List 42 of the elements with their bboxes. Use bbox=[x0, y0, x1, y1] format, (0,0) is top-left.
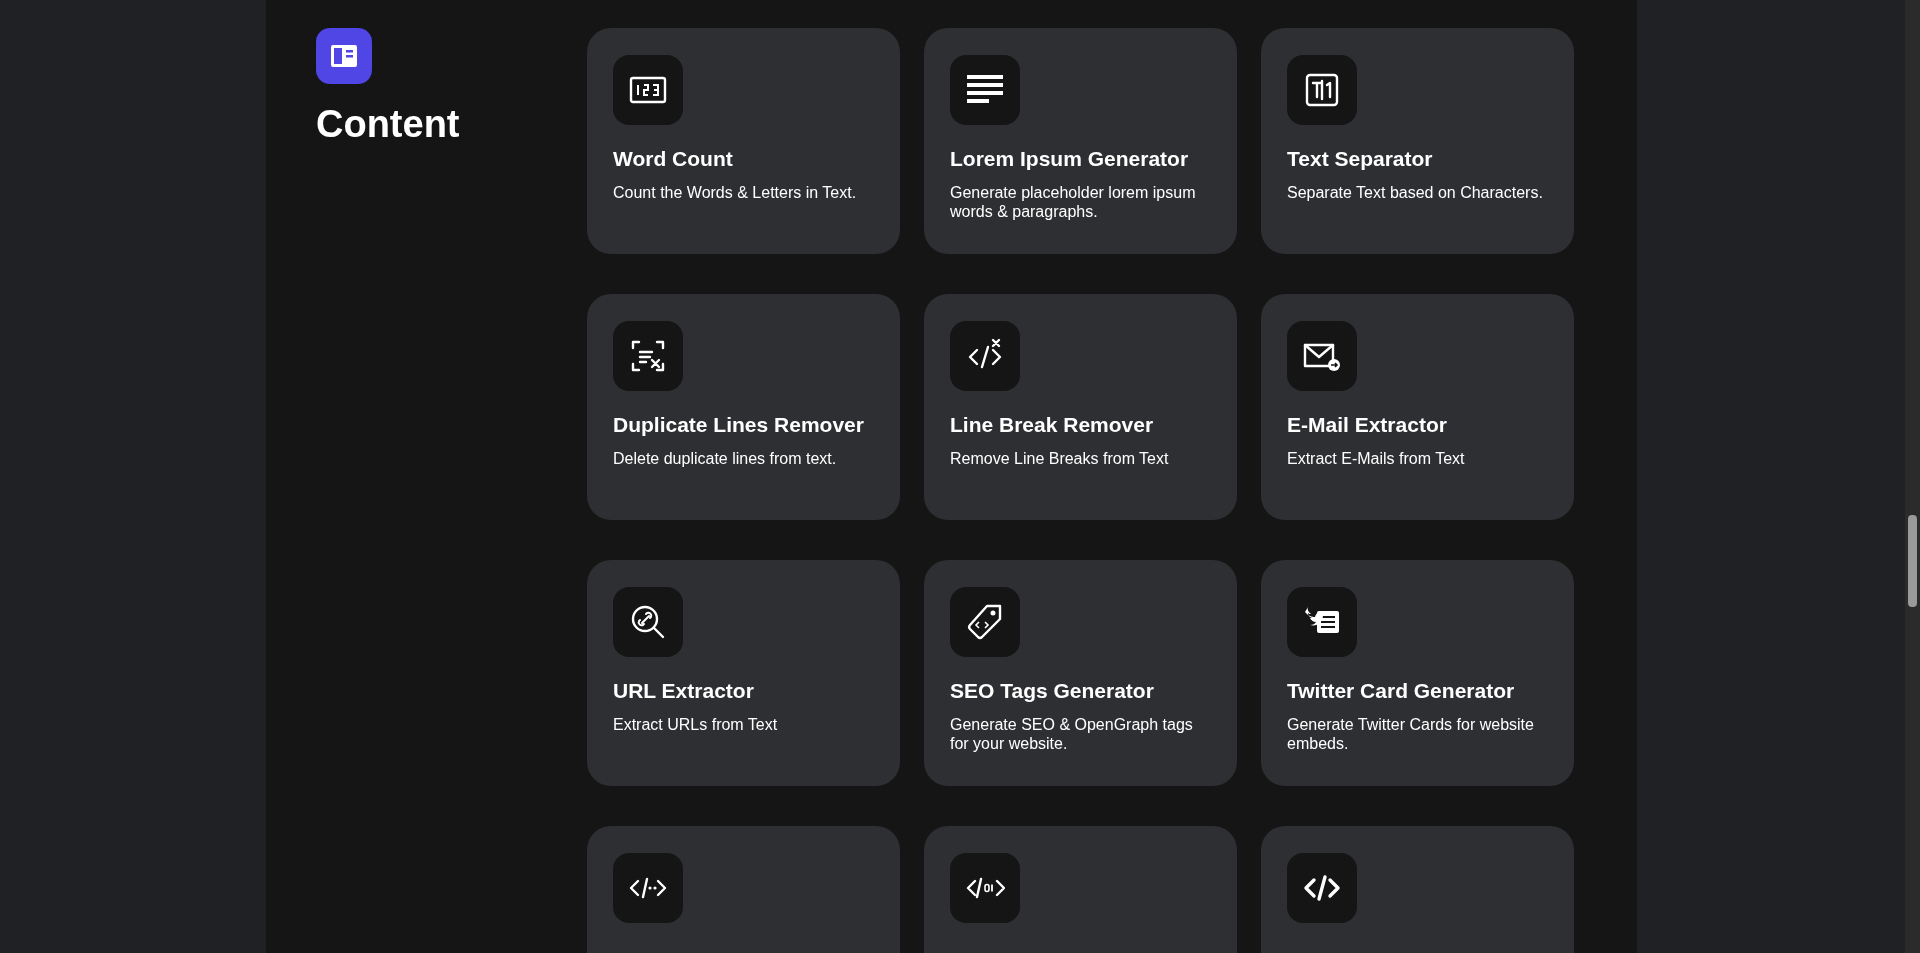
tool-description: Separate Text based on Characters. bbox=[1287, 183, 1544, 202]
tool-title: SEO Tags Generator bbox=[950, 679, 1155, 703]
scan-remove-icon bbox=[613, 321, 683, 391]
tool-description: Extract E-Mails from Text bbox=[1287, 449, 1466, 468]
tool-card[interactable]: Word Count Count the Words & Letters in Text. bbox=[587, 28, 900, 254]
layout-icon bbox=[316, 28, 372, 84]
tool-title: URL Extractor bbox=[613, 679, 755, 703]
tool-card[interactable]: Lorem Ipsum Generator Generate placeholder lorem ipsum words & paragraphs. bbox=[924, 28, 1237, 254]
tool-title: Word Count bbox=[613, 147, 734, 171]
code-remove-icon bbox=[950, 321, 1020, 391]
scrollbar-thumb[interactable] bbox=[1908, 515, 1917, 607]
tool-card[interactable]: Line Break Remover Remove Line Breaks from Text bbox=[924, 294, 1237, 520]
tool-description: Generate placeholder lorem ipsum words & paragraphs. bbox=[950, 183, 1197, 221]
code-binary-icon bbox=[950, 853, 1020, 923]
code-icon bbox=[1287, 853, 1357, 923]
paragraph-icon bbox=[950, 55, 1020, 125]
link-search-icon bbox=[613, 587, 683, 657]
tool-title: Text Separator bbox=[1287, 147, 1434, 171]
tool-title: Line Break Remover bbox=[950, 413, 1155, 437]
code-dots-icon bbox=[613, 853, 683, 923]
tool-card[interactable]: SEO Tags Generator Generate SEO & OpenGraph tags for your website. bbox=[924, 560, 1237, 786]
bird-card-icon bbox=[1287, 587, 1357, 657]
tag-icon bbox=[950, 587, 1020, 657]
tool-title: E-Mail Extractor bbox=[1287, 413, 1448, 437]
tool-description: Delete duplicate lines from text. bbox=[613, 449, 838, 468]
tool-card[interactable]: Text Separator Separate Text based on Characters. bbox=[1261, 28, 1574, 254]
tool-card[interactable]: E-Mail Extractor Extract E-Mails from Text bbox=[1261, 294, 1574, 520]
section-title: Content bbox=[316, 102, 460, 146]
tool-card[interactable]: Twitter Card Generator Generate Twitter Cards for website embeds. bbox=[1261, 560, 1574, 786]
scrollbar[interactable] bbox=[1905, 0, 1920, 953]
tool-description: Remove Line Breaks from Text bbox=[950, 449, 1170, 468]
tool-description: Count the Words & Letters in Text. bbox=[613, 183, 858, 202]
tool-description: Generate SEO & OpenGraph tags for your website. bbox=[950, 715, 1194, 753]
tool-title: Lorem Ipsum Generator bbox=[950, 147, 1190, 171]
text-cursor-icon bbox=[1287, 55, 1357, 125]
tool-title: Twitter Card Generator bbox=[1287, 679, 1516, 703]
tool-card[interactable]: URL Extractor Extract URLs from Text bbox=[587, 560, 900, 786]
tool-description: Extract URLs from Text bbox=[613, 715, 779, 734]
tool-title: Duplicate Lines Remover bbox=[613, 413, 865, 437]
tool-card[interactable]: Duplicate Lines Remover Delete duplicate lines from text. bbox=[587, 294, 900, 520]
numbers-icon bbox=[613, 55, 683, 125]
tool-description: Generate Twitter Cards for website embeds. bbox=[1287, 715, 1535, 753]
